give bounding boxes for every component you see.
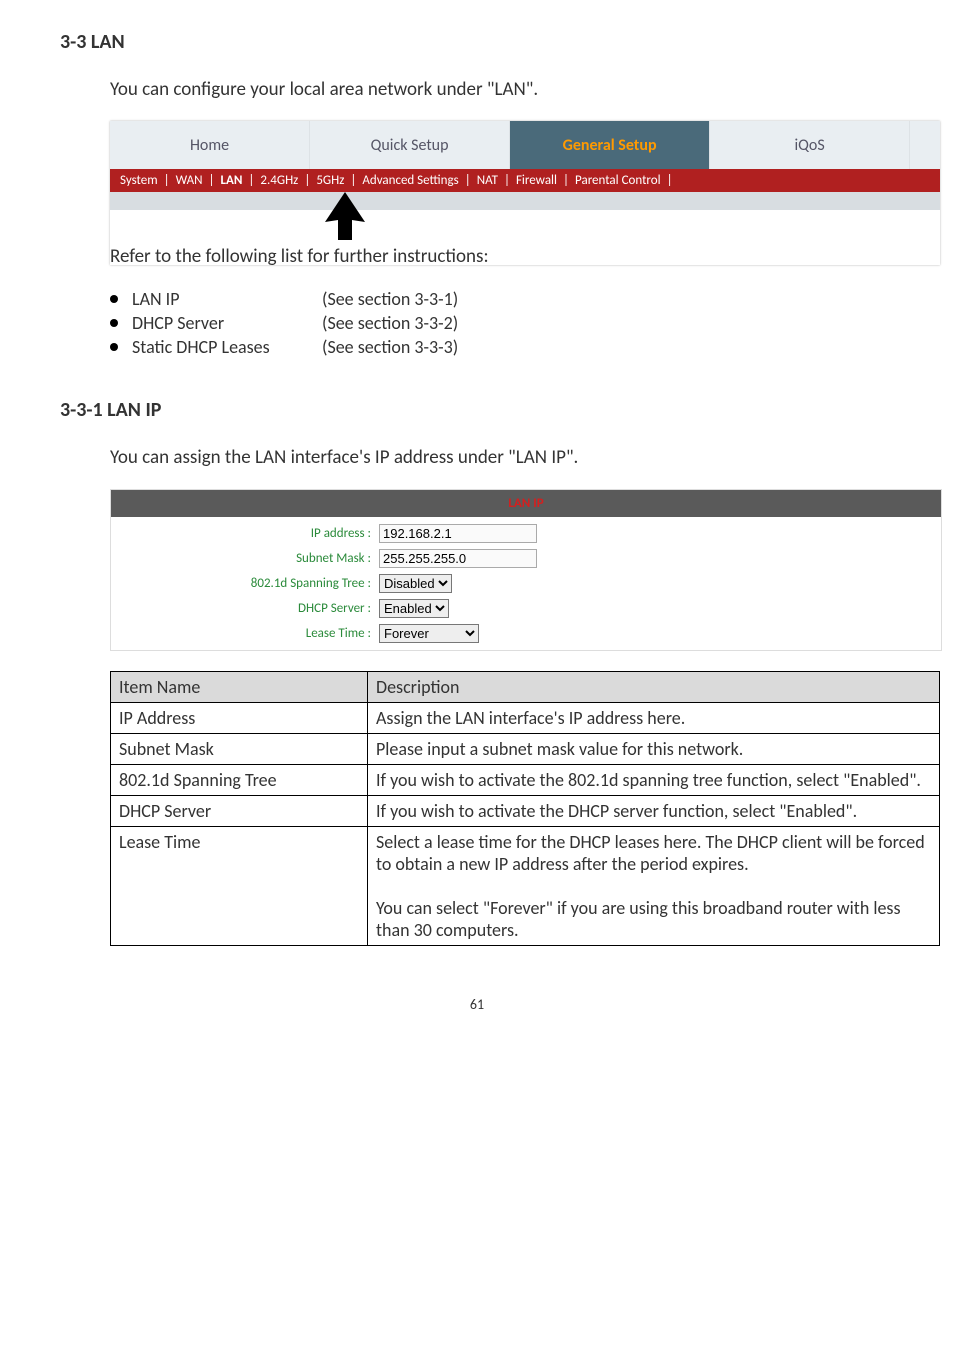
subsection-intro: You can assign the LAN interface's IP ad… — [110, 446, 894, 469]
sub-system[interactable]: System — [120, 173, 158, 188]
sub-firewall[interactable]: Firewall — [516, 173, 557, 188]
cell-item: IP Address — [111, 703, 368, 734]
bullet-icon — [110, 343, 118, 351]
tab-iqos[interactable]: iQoS — [710, 121, 910, 169]
description-table: Item Name Description IP Address Assign … — [110, 671, 940, 946]
spanning-tree-label: 802.1d Spanning Tree : — [111, 576, 379, 591]
table-row: 802.1d Spanning Tree If you wish to acti… — [111, 765, 940, 796]
subnet-mask-input[interactable] — [379, 549, 537, 568]
bullet-ref: (See section 3-3-3) — [322, 336, 458, 358]
cell-desc: Assign the LAN interface's IP address he… — [368, 703, 940, 734]
bullet-label: LAN IP — [132, 288, 322, 310]
bullet-icon — [110, 295, 118, 303]
bullet-lan-ip: LAN IP (See section 3-3-1) — [110, 288, 894, 310]
cell-desc: If you wish to activate the DHCP server … — [368, 796, 940, 827]
bullet-dhcp-server: DHCP Server (See section 3-3-2) — [110, 312, 894, 334]
ip-address-input[interactable] — [379, 524, 537, 543]
table-header-desc: Description — [368, 672, 940, 703]
bullet-icon — [110, 319, 118, 327]
intro-text: You can configure your local area networ… — [110, 78, 894, 101]
lan-ip-panel: LAN IP IP address : Subnet Mask : 802.1d… — [110, 489, 942, 651]
refer-text: Refer to the following list for further … — [110, 245, 894, 268]
lease-time-label: Lease Time : — [111, 626, 379, 641]
bullet-ref: (See section 3-3-1) — [322, 288, 458, 310]
bullet-label: Static DHCP Leases — [132, 336, 322, 358]
tab-home[interactable]: Home — [110, 121, 310, 169]
pointer-arrow-icon — [320, 192, 370, 242]
cell-item: Lease Time — [111, 827, 368, 946]
sub-advanced[interactable]: Advanced Settings — [362, 173, 458, 188]
bullet-ref: (See section 3-3-2) — [322, 312, 458, 334]
cell-item: 802.1d Spanning Tree — [111, 765, 368, 796]
bullet-label: DHCP Server — [132, 312, 322, 334]
subsection-heading: 3-3-1 LAN IP — [60, 398, 894, 422]
sub-nav: System | WAN | LAN | 2.4GHz | 5GHz | Adv… — [110, 169, 940, 192]
table-row: Lease Time Select a lease time for the D… — [111, 827, 940, 946]
table-header-item: Item Name — [111, 672, 368, 703]
tab-overflow — [910, 121, 940, 169]
dhcp-server-label: DHCP Server : — [111, 601, 379, 616]
lease-time-select[interactable]: Forever — [379, 624, 479, 643]
subnet-mask-label: Subnet Mask : — [111, 551, 379, 566]
sub-24ghz[interactable]: 2.4GHz — [260, 173, 298, 188]
cell-item: Subnet Mask — [111, 734, 368, 765]
ip-address-label: IP address : — [111, 526, 379, 541]
tab-general-setup[interactable]: General Setup — [510, 121, 710, 169]
sub-5ghz[interactable]: 5GHz — [316, 173, 344, 188]
tab-quick-setup[interactable]: Quick Setup — [310, 121, 510, 169]
page-number: 61 — [60, 996, 894, 1013]
lan-ip-panel-title: LAN IP — [111, 490, 941, 517]
sub-lan[interactable]: LAN — [220, 173, 242, 188]
nav-screenshot: Home Quick Setup General Setup iQoS Syst… — [110, 121, 940, 265]
sub-nat[interactable]: NAT — [477, 173, 498, 188]
cell-desc: Please input a subnet mask value for thi… — [368, 734, 940, 765]
section-heading: 3-3 LAN — [60, 30, 894, 54]
table-row: DHCP Server If you wish to activate the … — [111, 796, 940, 827]
dhcp-server-select[interactable]: Enabled — [379, 599, 449, 618]
cell-desc: Select a lease time for the DHCP leases … — [368, 827, 940, 946]
bullet-static-dhcp: Static DHCP Leases (See section 3-3-3) — [110, 336, 894, 358]
table-row: Subnet Mask Please input a subnet mask v… — [111, 734, 940, 765]
spanning-tree-select[interactable]: Disabled — [379, 574, 452, 593]
bullet-list: LAN IP (See section 3-3-1) DHCP Server (… — [110, 288, 894, 358]
sub-parental[interactable]: Parental Control — [575, 173, 661, 188]
sub-wan[interactable]: WAN — [176, 173, 203, 188]
cell-desc: If you wish to activate the 802.1d spann… — [368, 765, 940, 796]
cell-item: DHCP Server — [111, 796, 368, 827]
table-row: IP Address Assign the LAN interface's IP… — [111, 703, 940, 734]
